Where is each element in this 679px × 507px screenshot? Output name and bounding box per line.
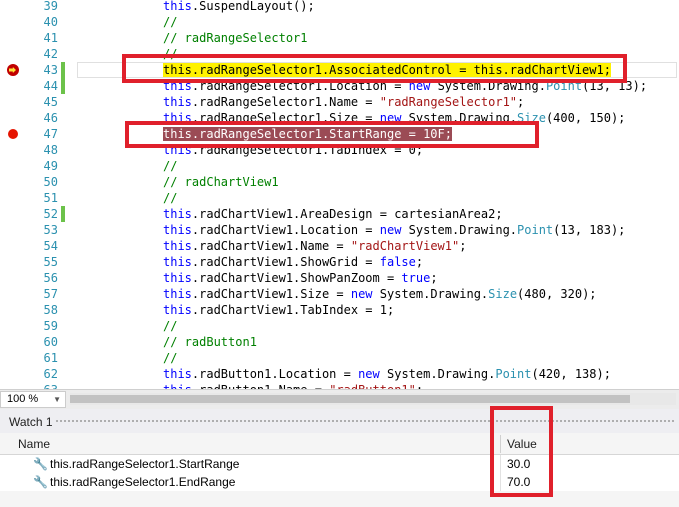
line-number: 48 — [43, 143, 58, 157]
code-text[interactable]: this.radButton1.Location = new System.Dr… — [163, 366, 611, 382]
line-number: 41 — [43, 31, 58, 45]
wrench-icon: 🔧 — [33, 457, 48, 471]
code-text[interactable]: this.radChartView1.AreaDesign = cartesia… — [163, 206, 503, 222]
line-number: 63 — [20, 382, 58, 389]
code-text[interactable]: this.radChartView1.Location = new System… — [163, 222, 625, 238]
scrollbar-thumb[interactable] — [70, 395, 630, 403]
zoom-value: 100 % — [7, 393, 39, 405]
watch-row[interactable]: 🔧 this.radRangeSelector1.EndRange 70.0 — [0, 473, 679, 491]
editor-status-bar: 100 % ▼ — [0, 389, 679, 409]
watch-window: Watch 1 Name Value 🔧 this.radRangeSelect… — [0, 406, 679, 507]
title-grip — [55, 419, 675, 423]
code-text[interactable]: // radChartView1 — [163, 174, 279, 190]
line-number: 43 — [43, 63, 58, 77]
code-editor[interactable]: 39 this.SuspendLayout(); 40 // 41 // radRange… — [0, 0, 679, 389]
line-number: 56 — [43, 271, 58, 285]
line-number: 61 — [43, 351, 58, 365]
code-text[interactable]: this.radChartView1.Name = "radChartView1… — [163, 238, 466, 254]
line-number: 49 — [43, 159, 58, 173]
change-marker — [61, 78, 65, 94]
code-text[interactable]: this.radChartView1.Size = new System.Dra… — [163, 286, 597, 302]
line-number: 40 — [43, 15, 58, 29]
watch-row-name[interactable]: this.radRangeSelector1.StartRange — [50, 457, 239, 471]
code-line[interactable]: 58 this.radChartView1.TabIndex = 1; — [0, 302, 679, 318]
line-number: 50 — [43, 175, 58, 189]
code-line[interactable]: 50 // radChartView1 — [0, 174, 679, 190]
line-number: 39 — [43, 0, 58, 13]
code-line[interactable]: 51 // — [0, 190, 679, 206]
code-text[interactable]: // — [163, 350, 177, 366]
code-text[interactable]: this.radButton1.Name = "radButton1"; — [163, 382, 423, 389]
code-line[interactable]: 53 this.radChartView1.Location = new Syst… — [0, 222, 679, 238]
line-number: 58 — [43, 303, 58, 317]
code-line[interactable]: 56 this.radChartView1.ShowPanZoom = true; — [0, 270, 679, 286]
line-number: 44 — [43, 79, 58, 93]
code-line[interactable]: 39 this.SuspendLayout(); — [0, 0, 679, 14]
line-number: 62 — [43, 367, 58, 381]
code-text[interactable]: this.radRangeSelector1.Name = "radRangeS… — [163, 94, 524, 110]
line-number: 53 — [43, 223, 58, 237]
line-number: 51 — [43, 191, 58, 205]
code-line[interactable]: 41 // radRangeSelector1 — [0, 30, 679, 46]
line-number: 55 — [43, 255, 58, 269]
line-number: 46 — [43, 111, 58, 125]
watch-row[interactable]: 🔧 this.radRangeSelector1.StartRange 30.0 — [0, 455, 679, 473]
horizontal-scrollbar[interactable] — [70, 393, 676, 405]
code-text[interactable]: // — [163, 318, 177, 334]
column-header-name[interactable]: Name — [18, 437, 50, 451]
code-line[interactable]: 63 this.radButton1.Name = "radButton1"; — [0, 382, 679, 389]
line-number: 60 — [43, 335, 58, 349]
code-line[interactable]: 57 this.radChartView1.Size = new System.D… — [0, 286, 679, 302]
change-marker — [61, 62, 65, 78]
code-line[interactable]: 52 this.radChartView1.AreaDesign = cartes… — [0, 206, 679, 222]
line-number: 47 — [43, 127, 58, 141]
code-line[interactable]: 62 this.radButton1.Location = new System.… — [0, 366, 679, 382]
line-number: 45 — [43, 95, 58, 109]
code-text[interactable]: // radButton1 — [163, 334, 257, 350]
code-line[interactable]: 45 this.radRangeSelector1.Name = "radRang… — [0, 94, 679, 110]
code-text[interactable]: // — [163, 190, 177, 206]
code-line[interactable]: 61 // — [0, 350, 679, 366]
code-text[interactable]: this.radChartView1.TabIndex = 1; — [163, 302, 394, 318]
watch-title: Watch 1 — [9, 415, 53, 429]
code-text[interactable]: // — [163, 14, 177, 30]
line-number: 59 — [43, 319, 58, 333]
breakpoint-icon[interactable] — [8, 129, 18, 139]
wrench-icon: 🔧 — [33, 475, 48, 489]
annotation-box-value-column — [490, 406, 553, 497]
annotation-box-start-range — [125, 121, 539, 148]
watch-title-bar[interactable]: Watch 1 — [0, 409, 679, 433]
code-text[interactable]: this.SuspendLayout(); — [163, 0, 315, 14]
zoom-dropdown[interactable]: 100 % ▼ — [0, 391, 66, 408]
code-line[interactable]: 59 // — [0, 318, 679, 334]
current-statement-icon[interactable] — [7, 64, 19, 76]
code-text[interactable]: this.radChartView1.ShowGrid = false; — [163, 254, 423, 270]
chevron-down-icon: ▼ — [53, 395, 61, 404]
code-text[interactable]: this.radChartView1.ShowPanZoom = true; — [163, 270, 438, 286]
change-marker — [61, 206, 65, 222]
line-number: 57 — [43, 287, 58, 301]
code-text[interactable]: // radRangeSelector1 — [163, 30, 308, 46]
code-line[interactable]: 54 this.radChartView1.Name = "radChartVie… — [0, 238, 679, 254]
code-line[interactable]: 40 // — [0, 14, 679, 30]
line-number: 52 — [43, 207, 58, 221]
line-number: 54 — [43, 239, 58, 253]
code-line[interactable]: 49 // — [0, 158, 679, 174]
watch-header-row: Name Value — [0, 433, 679, 455]
watch-row-name[interactable]: this.radRangeSelector1.EndRange — [50, 475, 235, 489]
code-line[interactable]: 55 this.radChartView1.ShowGrid = false; — [0, 254, 679, 270]
code-text[interactable]: // — [163, 158, 177, 174]
line-number: 42 — [43, 47, 58, 61]
code-line[interactable]: 60 // radButton1 — [0, 334, 679, 350]
annotation-box-associated-control — [122, 54, 627, 83]
